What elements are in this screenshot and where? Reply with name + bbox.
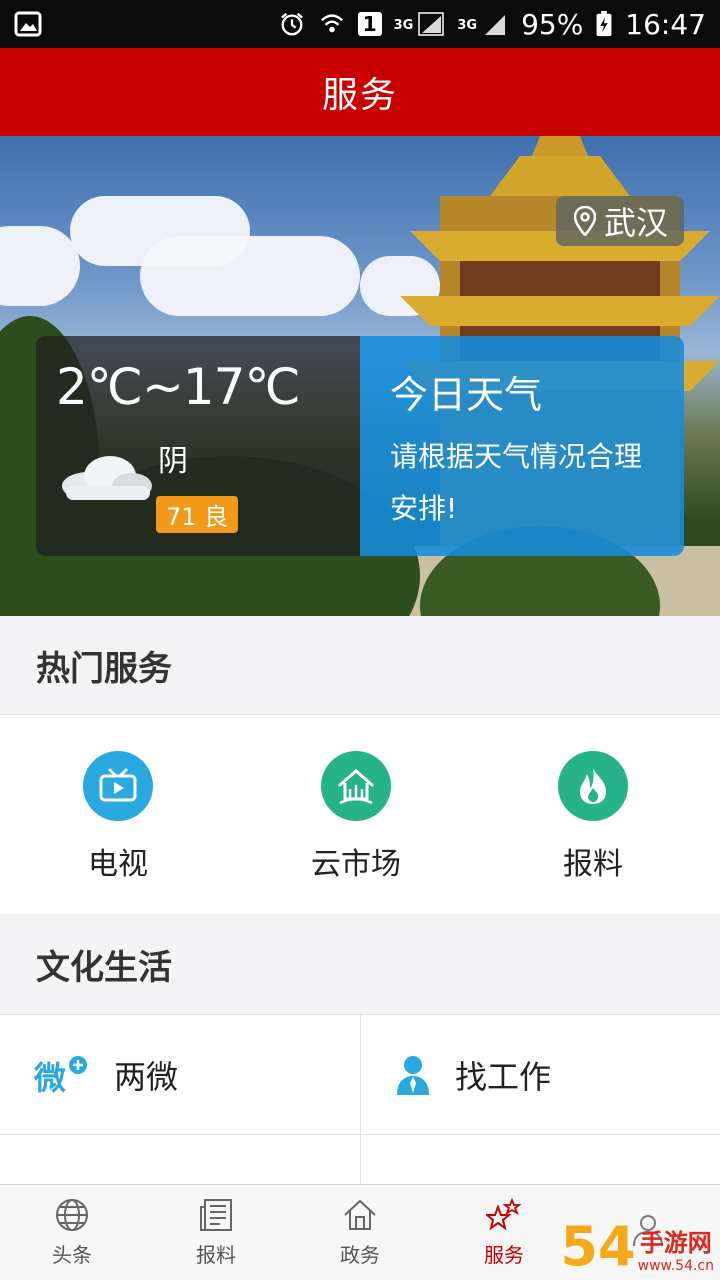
background-cloud: [0, 226, 80, 306]
sim-badge: 1: [357, 12, 382, 36]
alarm-icon: [280, 12, 303, 36]
svg-text:微: 微: [34, 1059, 66, 1095]
gallery-notification-icon: [14, 11, 42, 37]
network-type-1: 3G: [393, 17, 414, 33]
nav-label: 头条: [52, 1243, 92, 1267]
stars-icon: [486, 1197, 522, 1231]
culture-row: 微 两微 找工作: [0, 1015, 720, 1135]
temperature-range: 2℃~17℃: [56, 358, 301, 416]
today-weather-card[interactable]: 今日天气 请根据天气情况合理安排!: [360, 336, 684, 556]
culture-item-label: 两微: [114, 1057, 179, 1096]
app-header: 服务: [0, 48, 720, 136]
signal-icon-2: [485, 15, 506, 35]
home-icon: [344, 1199, 376, 1230]
service-cloud-market-label: 云市场: [311, 847, 401, 882]
today-weather-title: 今日天气: [390, 373, 543, 417]
service-cloud-market[interactable]: 云市场: [266, 751, 446, 883]
location-city: 武汉: [603, 204, 668, 242]
weibo-plus-icon: 微: [34, 1055, 87, 1095]
service-tv[interactable]: 电视: [28, 751, 208, 883]
service-tv-label: 电视: [88, 847, 148, 882]
wifi-icon: [320, 14, 343, 33]
market-icon: [321, 751, 391, 821]
aqi-badge: 71 良: [156, 496, 239, 533]
location-pin-icon: [573, 206, 596, 236]
flame-icon: [558, 751, 628, 821]
battery-percent: 95%: [521, 7, 584, 41]
location-selector[interactable]: 武汉: [555, 196, 684, 246]
section-title-culture: 文化生活: [0, 914, 720, 1014]
weather-banner: 武汉 2℃~17℃ 阴 71 良 今日天气 请根据天气情况合理安排!: [0, 136, 720, 616]
globe-icon: [56, 1199, 88, 1231]
culture-item-label: 找工作: [455, 1057, 552, 1096]
service-report-label: 报料: [563, 847, 623, 882]
battery-charging-icon: [596, 11, 612, 37]
hot-services-title: 热门服务: [36, 648, 172, 689]
watermark-logo: 54: [560, 1215, 636, 1278]
nav-report[interactable]: 报料: [144, 1185, 288, 1280]
background-cloud: [140, 236, 360, 316]
culture-item-weibo-wechat[interactable]: 微 两微: [0, 1015, 360, 1134]
newspaper-icon: [200, 1199, 232, 1231]
section-title-hot-services: 热门服务: [0, 616, 720, 714]
hot-services-grid: 电视 云市场 报料: [0, 714, 720, 914]
status-bar: 1 3G 3G 95% 16:47: [0, 0, 720, 48]
culture-item-find-job[interactable]: 找工作: [360, 1015, 720, 1134]
clock: 16:47: [625, 7, 706, 41]
watermark-url: www.54.cn: [637, 1258, 714, 1274]
signal-icon-1: [418, 12, 445, 36]
tv-icon: [83, 751, 153, 821]
service-report[interactable]: 报料: [503, 751, 683, 883]
person-icon: [397, 1055, 429, 1095]
watermark: 54 手游网 www.54.cn: [560, 1215, 714, 1278]
nav-label: 服务: [484, 1243, 524, 1267]
watermark-text: 手游网: [639, 1229, 712, 1257]
cloudy-icon: [62, 456, 152, 500]
nav-government[interactable]: 政务: [288, 1185, 432, 1280]
page-title: 服务: [321, 75, 398, 116]
nav-label: 政务: [340, 1243, 380, 1267]
network-type-2: 3G: [457, 17, 478, 33]
culture-title: 文化生活: [36, 947, 172, 988]
weather-condition: 阴: [158, 444, 188, 479]
nav-services[interactable]: 服务: [432, 1185, 576, 1280]
nav-headlines[interactable]: 头条: [0, 1185, 144, 1280]
nav-label: 报料: [196, 1243, 236, 1267]
weather-summary-card[interactable]: 2℃~17℃ 阴 71 良: [36, 336, 360, 556]
today-weather-tip: 请根据天气情况合理安排!: [390, 440, 643, 525]
